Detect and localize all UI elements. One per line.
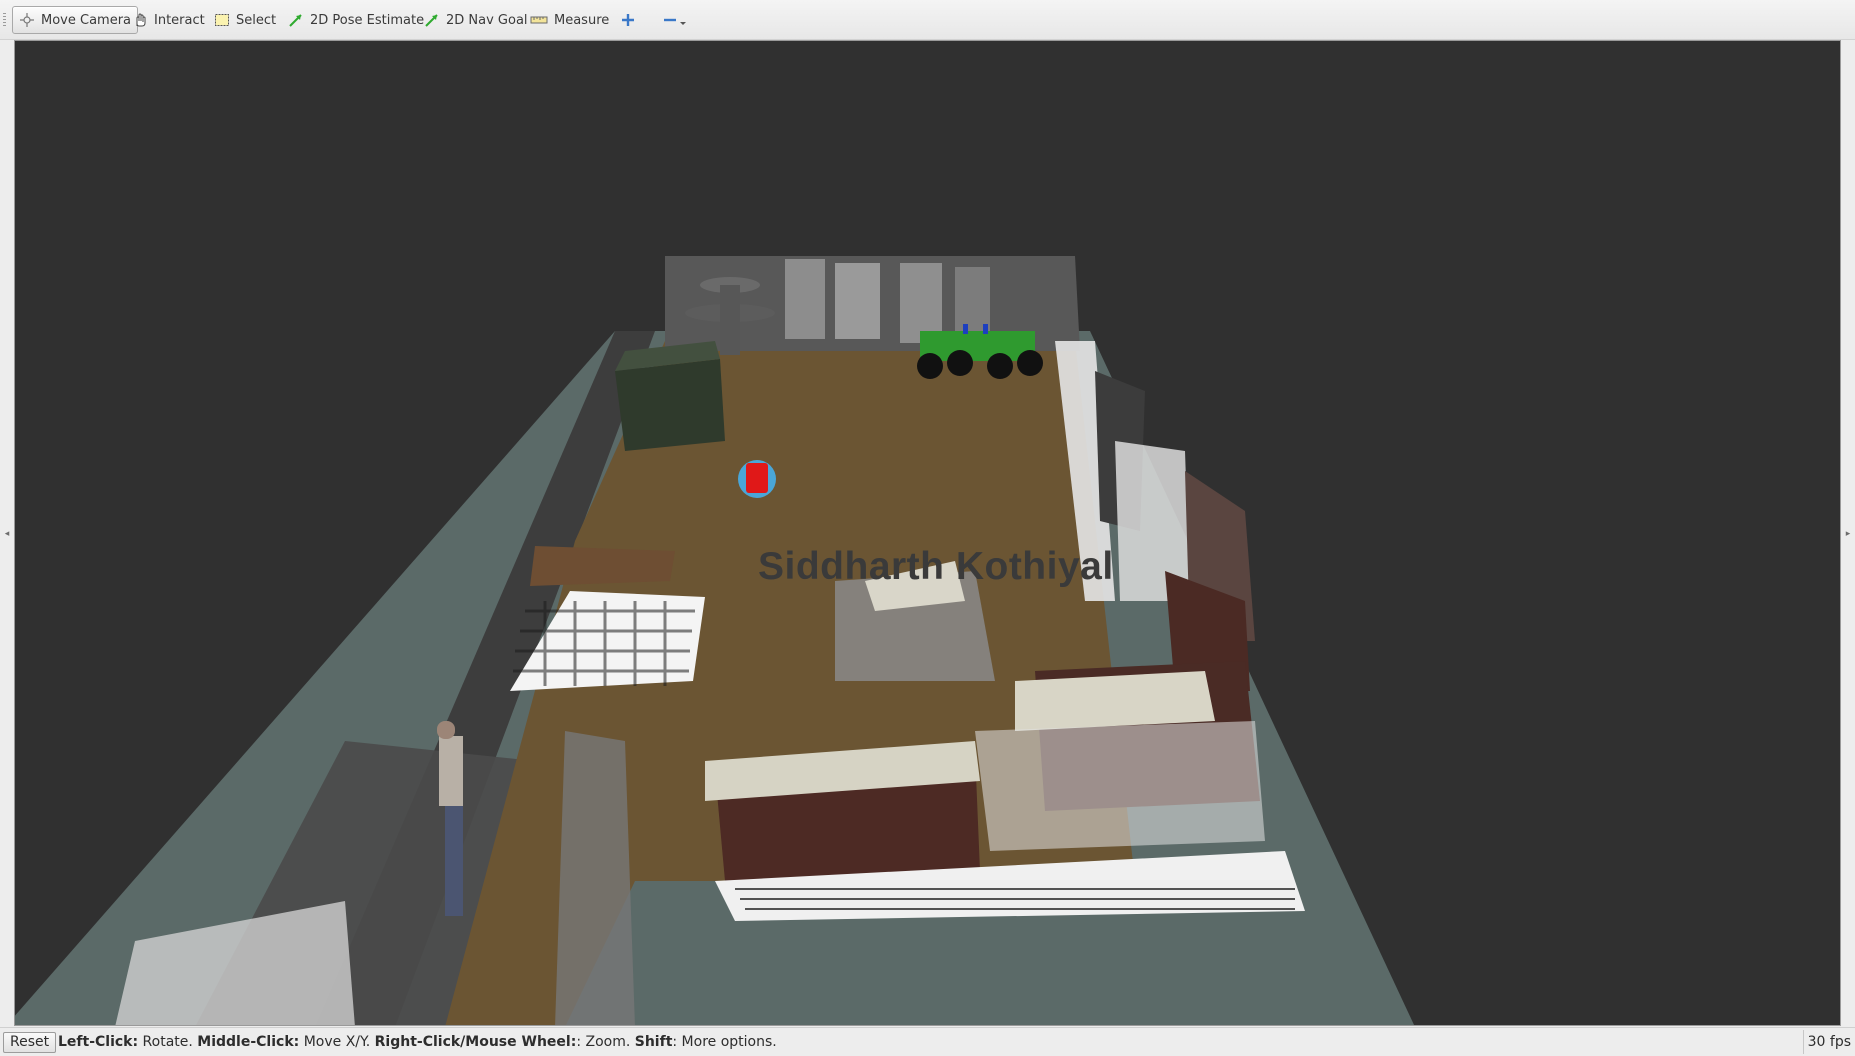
tool-measure[interactable]: Measure bbox=[524, 6, 615, 34]
remove-tool-button[interactable] bbox=[656, 6, 694, 34]
reset-button[interactable]: Reset bbox=[3, 1032, 57, 1053]
help-key: Right-Click/Mouse Wheel: bbox=[374, 1034, 577, 1050]
green-arrow-icon bbox=[289, 14, 302, 27]
scene-render bbox=[15, 256, 1415, 1025]
select-box-icon bbox=[215, 14, 229, 26]
right-dock-handle[interactable]: ▸ bbox=[1843, 528, 1853, 540]
tool-label: 2D Pose Estimate bbox=[310, 12, 425, 28]
render-viewport[interactable]: Siddharth Kothiyal bbox=[14, 40, 1841, 1026]
dumpster bbox=[615, 359, 725, 451]
plus-icon bbox=[622, 14, 634, 26]
overlay-label: Siddharth Kothiyal bbox=[758, 545, 1114, 588]
help-desc: Move X/Y. bbox=[299, 1034, 375, 1050]
tools-toolbar: Move Camera Interact Select 2D Pose Esti… bbox=[0, 0, 1855, 40]
tool-label: Select bbox=[236, 12, 277, 28]
tool-2d-nav-goal[interactable]: 2D Nav Goal bbox=[418, 6, 534, 34]
tool-label: Interact bbox=[154, 12, 205, 28]
tool-interact[interactable]: Interact bbox=[126, 6, 211, 34]
help-text: Left-Click: Rotate. Middle-Click: Move X… bbox=[58, 1034, 777, 1050]
chevron-down-icon bbox=[680, 22, 686, 25]
tool-move-camera[interactable]: Move Camera bbox=[12, 6, 139, 34]
help-desc: : Zoom. bbox=[576, 1034, 635, 1050]
minus-icon bbox=[664, 18, 686, 25]
toolbar-grip[interactable] bbox=[3, 13, 6, 27]
left-dock-handle[interactable]: ◂ bbox=[2, 528, 12, 540]
ruler-icon bbox=[530, 16, 548, 24]
help-key: Middle-Click: bbox=[197, 1034, 300, 1050]
tool-2d-pose-estimate[interactable]: 2D Pose Estimate bbox=[282, 6, 430, 34]
fps-readout: 30 fps bbox=[1802, 1030, 1855, 1054]
help-desc: Rotate. bbox=[138, 1034, 198, 1050]
tool-label: Move Camera bbox=[41, 12, 132, 28]
status-bar: Reset Left-Click: Rotate. Middle-Click: … bbox=[0, 1027, 1855, 1056]
tool-label: Measure bbox=[554, 12, 610, 28]
tool-select[interactable]: Select bbox=[208, 6, 282, 34]
green-arrow-icon bbox=[425, 14, 438, 27]
hand-icon bbox=[136, 13, 146, 27]
table bbox=[530, 546, 675, 586]
tool-label: 2D Nav Goal bbox=[446, 12, 528, 28]
person-cloud bbox=[439, 736, 463, 806]
move-camera-icon bbox=[20, 13, 34, 27]
add-tool-button[interactable] bbox=[614, 6, 642, 34]
help-desc: : More options. bbox=[672, 1034, 777, 1050]
help-key: Shift bbox=[634, 1034, 673, 1050]
help-key: Left-Click: bbox=[58, 1034, 139, 1050]
